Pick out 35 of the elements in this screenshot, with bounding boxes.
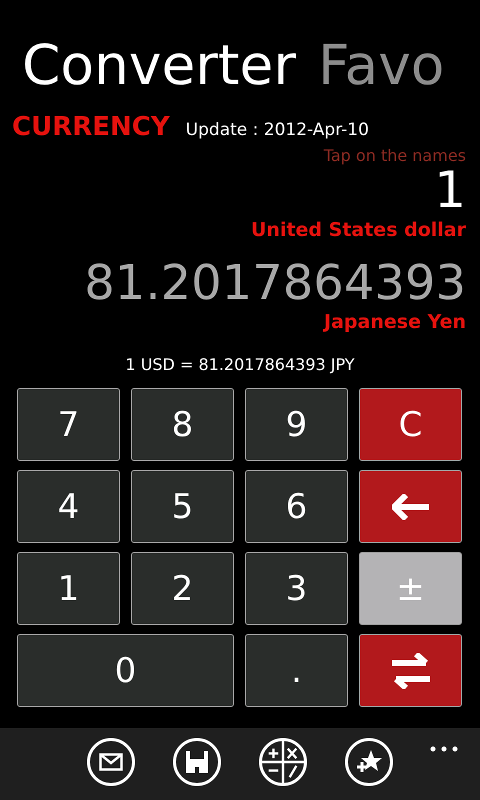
digit-key[interactable]: 0 [17,634,234,707]
category-title: CURRENCY [12,112,170,142]
hint-text: Tap on the names [322,146,467,165]
calculator-button[interactable] [259,738,307,786]
back-arrow-icon [392,494,430,520]
digit-key[interactable]: 5 [131,470,234,543]
digit-key[interactable]: . [245,634,348,707]
swap-arrows-icon [392,652,430,688]
digit-key[interactable]: 7 [17,388,120,461]
save-button[interactable] [173,738,221,786]
update-date: Update : 2012-Apr-10 [186,120,369,140]
pivot-tab[interactable]: Favo [318,28,444,102]
mail-icon [99,753,123,771]
digit-key[interactable]: 1 [17,552,120,625]
digit-key[interactable]: 8 [131,388,234,461]
digit-key[interactable]: 3 [245,552,348,625]
target-currency[interactable]: Japanese Yen [0,311,480,333]
more-icon[interactable] [430,746,458,752]
digit-key[interactable]: 2 [131,552,234,625]
exchange-rate: 1 USD = 81.2017864393 JPY [124,355,356,374]
source-currency[interactable]: United States dollar [0,219,480,241]
result-amount: 81.2017864393 [83,259,467,307]
digit-key[interactable]: 4 [17,470,120,543]
digit-key[interactable]: 9 [245,388,348,461]
swap-key[interactable] [359,634,462,707]
clear-key[interactable]: C [359,388,462,461]
mail-button[interactable] [87,738,135,786]
backspace-key[interactable] [359,470,462,543]
pivot-tab[interactable]: Converter [22,28,296,102]
add-favorite-button[interactable] [345,738,393,786]
digit-key[interactable]: 6 [245,470,348,543]
source-amount: 1 [434,165,467,215]
save-icon [186,751,208,773]
add-favorite-icon [356,749,382,775]
math-operators-icon [262,740,304,784]
